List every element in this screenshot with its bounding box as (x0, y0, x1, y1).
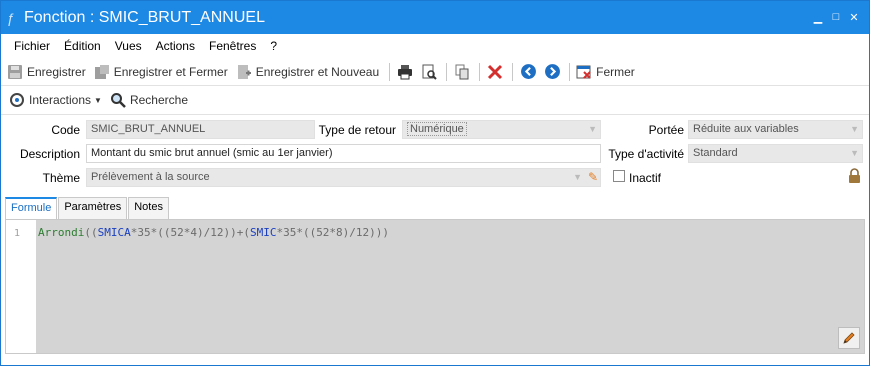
toolbar-separator (389, 62, 391, 81)
scope-value: Réduite aux variables (693, 123, 799, 135)
edit-formula-button[interactable] (838, 327, 860, 349)
code-token: (( (84, 226, 98, 239)
save-new-button[interactable]: Enregistrer et Nouveau (236, 64, 379, 80)
function-icon: ƒ (7, 9, 15, 26)
inactive-label: Inactif (629, 171, 662, 185)
save-label: Enregistrer (27, 64, 86, 79)
search-label: Recherche (129, 93, 188, 107)
tab-notes[interactable]: Notes (128, 197, 169, 219)
activity-type-select: Standard ▼ (688, 144, 863, 163)
lock-icon (849, 168, 860, 183)
save-icon (8, 64, 22, 79)
tab-formule[interactable]: Formule (5, 197, 58, 220)
line-number: 1 (14, 228, 21, 239)
scope-label: Portée (648, 123, 684, 137)
menu-help[interactable]: ? (263, 39, 284, 53)
pencil-icon (843, 332, 855, 344)
close-window-button[interactable]: ✕ (845, 11, 863, 24)
toolbar-separator (479, 62, 481, 81)
delete-icon[interactable] (486, 63, 504, 81)
menu-edition[interactable]: Édition (57, 39, 108, 53)
interactions-icon (10, 93, 24, 107)
save-new-label: Enregistrer et Nouveau (255, 64, 380, 79)
description-label: Description (19, 147, 80, 161)
code-area[interactable]: Arrondi((SMICA*35*((52*4)/12))+(SMIC*35*… (36, 220, 864, 353)
dropdown-arrow-icon: ▼ (850, 148, 859, 158)
interactions-label: Interactions (29, 93, 92, 107)
return-type-label: Type de retour (318, 123, 396, 137)
copy-icon[interactable] (453, 63, 471, 81)
code-token: *35*((52*8)/12))) (276, 226, 390, 239)
code-token: SMIC (249, 226, 277, 239)
close-label: Fermer (596, 64, 635, 79)
theme-select[interactable]: Prélèvement à la source ▼ ✎ (86, 168, 601, 187)
main-toolbar: Enregistrer Enregistrer et Fermer Enregi… (1, 58, 869, 86)
code-token: Arrondi (38, 226, 85, 239)
save-button[interactable]: Enregistrer (7, 64, 86, 80)
description-field[interactable]: Montant du smic brut annuel (smic au 1er… (86, 144, 601, 163)
chevron-down-icon: ▼ (94, 95, 102, 105)
inactive-checkbox[interactable] (613, 170, 625, 182)
activity-type-value: Standard (693, 147, 738, 159)
interactions-button[interactable]: Interactions ▼ (9, 92, 102, 108)
menu-vues[interactable]: Vues (108, 39, 149, 53)
minimize-button[interactable]: ▁ (809, 11, 827, 24)
dropdown-arrow-icon: ▼ (573, 172, 582, 182)
menu-bar: Fichier Édition Vues Actions Fenêtres ? (1, 34, 869, 58)
save-new-icon (237, 64, 251, 79)
menu-actions[interactable]: Actions (149, 39, 202, 53)
toolbar-separator (569, 62, 571, 81)
menu-fenetres[interactable]: Fenêtres (202, 39, 263, 53)
close-button[interactable]: Fermer (576, 64, 635, 80)
function-form: Code SMIC_BRUT_ANNUEL Type de retour Num… (1, 115, 869, 189)
theme-label: Thème (42, 171, 80, 185)
code-token: *35*((52*4)/12))+( (130, 226, 250, 239)
return-type-select: Numérique ▼ (402, 120, 601, 139)
save-close-icon (94, 64, 109, 79)
formula-editor[interactable]: 1 Arrondi((SMICA*35*((52*4)/12))+(SMIC*3… (5, 219, 865, 354)
code-token: SMICA (97, 226, 131, 239)
function-window: ƒ Fonction : SMIC_BRUT_ANNUEL ▁ □ ✕ Fich… (0, 0, 870, 366)
menu-fichier[interactable]: Fichier (7, 39, 57, 53)
edit-pencil-icon[interactable]: ✎ (588, 169, 598, 186)
return-type-value: Numérique (407, 122, 467, 136)
save-close-label: Enregistrer et Fermer (113, 64, 228, 79)
maximize-button[interactable]: □ (827, 11, 845, 24)
toolbar-separator (446, 62, 448, 81)
print-icon[interactable] (396, 63, 414, 81)
theme-value: Prélèvement à la source (91, 171, 210, 183)
next-icon[interactable] (543, 63, 561, 81)
code-line: Arrondi((SMICA*35*((52*4)/12))+(SMIC*35*… (38, 226, 389, 239)
toolbar-separator (512, 62, 514, 81)
tab-parametres[interactable]: Paramètres (58, 197, 128, 219)
line-gutter: 1 (6, 220, 36, 353)
code-label: Code (51, 123, 80, 137)
activity-type-label: Type d'activité (608, 147, 684, 161)
window-title: Fonction : SMIC_BRUT_ANNUEL (24, 8, 265, 26)
search-button[interactable]: Recherche (110, 92, 188, 108)
scope-select: Réduite aux variables ▼ (688, 120, 863, 139)
secondary-toolbar: Interactions ▼ Recherche (1, 86, 869, 115)
print-preview-icon[interactable] (420, 63, 438, 81)
close-document-icon (576, 65, 591, 79)
previous-icon[interactable] (519, 63, 537, 81)
dropdown-arrow-icon: ▼ (850, 124, 859, 134)
title-bar: ƒ Fonction : SMIC_BRUT_ANNUEL ▁ □ ✕ (1, 1, 869, 34)
dropdown-arrow-icon: ▼ (588, 124, 597, 134)
code-field: SMIC_BRUT_ANNUEL (86, 120, 315, 139)
save-close-button[interactable]: Enregistrer et Fermer (94, 64, 228, 80)
tab-bar: Formule Paramètres Notes (5, 197, 170, 220)
search-icon (110, 93, 126, 108)
